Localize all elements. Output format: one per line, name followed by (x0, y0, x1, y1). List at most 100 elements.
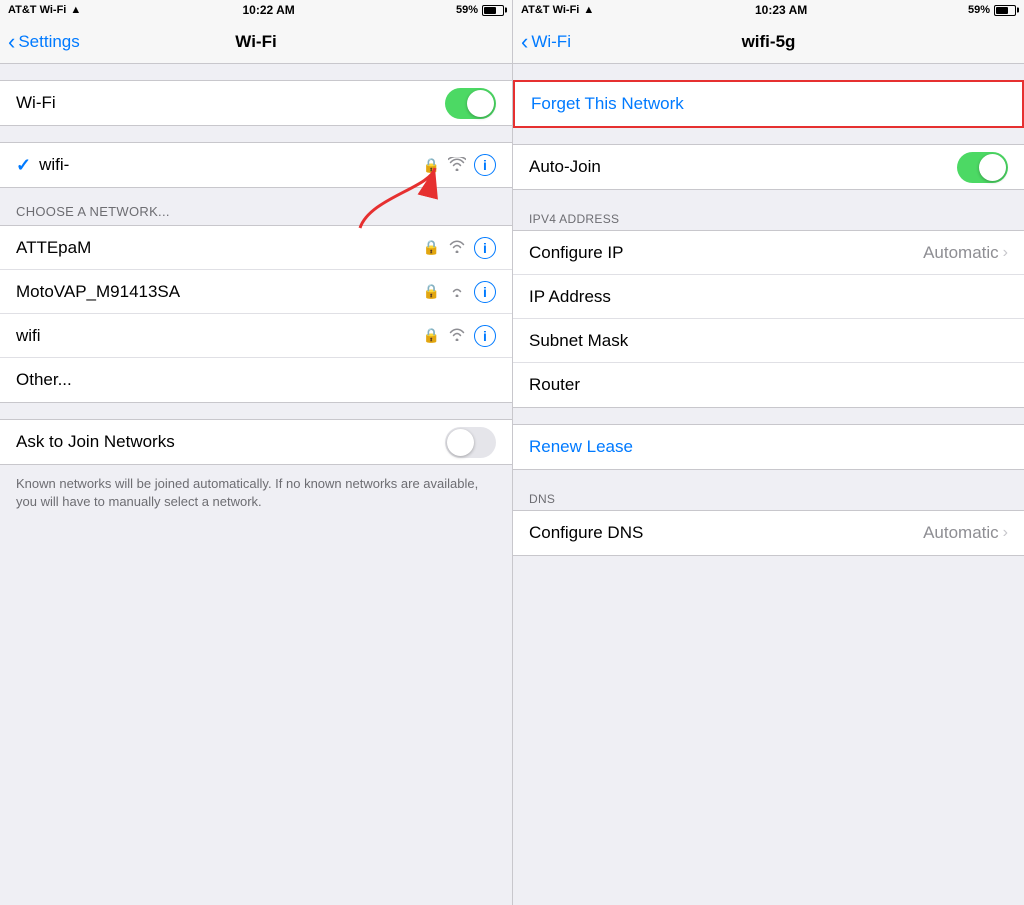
auto-join-group: Auto-Join (513, 144, 1024, 190)
info-button-0[interactable]: i (474, 237, 496, 259)
nav-bar-right: ‹ Wi-Fi wifi-5g (513, 20, 1024, 64)
spacer-right-2 (513, 128, 1024, 144)
choose-network-header: CHOOSE A NETWORK... (0, 188, 512, 225)
renew-lease-label: Renew Lease (529, 437, 633, 457)
nav-title-left: Wi-Fi (235, 32, 276, 52)
subnet-mask-label: Subnet Mask (529, 331, 1008, 351)
status-left-right: AT&T Wi-Fi ▲ (521, 4, 594, 16)
network-list-group: ATTEpaM 🔒 i MotoVAP_M91413SA 🔒 (0, 225, 512, 403)
configure-ip-label: Configure IP (529, 243, 923, 263)
network-name-2: wifi (16, 326, 423, 346)
auto-join-toggle[interactable] (957, 152, 1008, 183)
ipv4-section-header: IPV4 ADDRESS (513, 206, 1024, 230)
ask-join-label: Ask to Join Networks (16, 432, 445, 452)
chevron-right-configure-ip: › (1003, 244, 1008, 262)
network-name-0: ATTEpaM (16, 238, 423, 258)
wifi-signal-icon: ▲ (70, 4, 81, 16)
auto-join-label: Auto-Join (529, 157, 957, 177)
network-icons-0: 🔒 i (423, 237, 496, 259)
renew-lease-row[interactable]: Renew Lease (513, 424, 1024, 470)
forget-network-row[interactable]: Forget This Network (513, 80, 1024, 128)
spacer-top-left (0, 64, 512, 80)
other-networks-label: Other... (16, 370, 496, 390)
configure-ip-value: Automatic (923, 243, 999, 263)
network-icons-2: 🔒 i (423, 325, 496, 347)
ask-join-group: Ask to Join Networks (0, 419, 512, 465)
dns-group: Configure DNS Automatic › (513, 510, 1024, 556)
left-panel: AT&T Wi-Fi ▲ 10:22 AM 59% ‹ Settings Wi-… (0, 0, 512, 905)
spacer-right-5 (513, 470, 1024, 486)
nav-title-right: wifi-5g (742, 32, 796, 52)
wifi-signal-icon-right: ▲ (583, 4, 594, 16)
wifi-toggle[interactable] (445, 88, 496, 119)
subnet-mask-row: Subnet Mask (513, 319, 1024, 363)
lock-icon-1: 🔒 (423, 283, 440, 300)
wifi-toggle-row: Wi-Fi (0, 81, 512, 125)
battery-percent-right: 59% (968, 4, 990, 16)
configure-dns-row[interactable]: Configure DNS Automatic › (513, 511, 1024, 555)
toggle-knob (467, 90, 494, 117)
network-name-1: MotoVAP_M91413SA (16, 282, 423, 302)
chevron-left-icon: ‹ (8, 31, 15, 53)
network-icons-1: 🔒 i (423, 281, 496, 303)
info-button-connected[interactable]: i (474, 154, 496, 176)
status-right-right: 59% (968, 4, 1016, 16)
auto-join-toggle-knob (979, 154, 1006, 181)
connected-row-icons: 🔒 i (423, 154, 496, 176)
list-item[interactable]: MotoVAP_M91413SA 🔒 i (0, 270, 512, 314)
router-label: Router (529, 375, 1008, 395)
router-row: Router (513, 363, 1024, 407)
info-button-1[interactable]: i (474, 281, 496, 303)
wifi-toggle-group: Wi-Fi (0, 80, 512, 126)
checkmark-icon: ✓ (16, 155, 31, 176)
dns-section-header: DNS (513, 486, 1024, 510)
connected-network-group: ✓ wifi- 🔒 i (0, 142, 512, 188)
ip-address-row: IP Address (513, 275, 1024, 319)
status-bar-left: AT&T Wi-Fi ▲ 10:22 AM 59% (0, 0, 512, 20)
battery-icon-left (482, 5, 504, 16)
time-display-right: 10:23 AM (755, 3, 807, 17)
spacer-right-4 (513, 408, 1024, 424)
list-item[interactable]: ATTEpaM 🔒 i (0, 226, 512, 270)
auto-join-row: Auto-Join (513, 145, 1024, 189)
configure-dns-label: Configure DNS (529, 523, 923, 543)
forget-network-label: Forget This Network (531, 94, 684, 114)
status-left: AT&T Wi-Fi ▲ (8, 4, 81, 16)
list-item[interactable]: Other... (0, 358, 512, 402)
chevron-right-dns: › (1003, 524, 1008, 542)
configure-dns-value: Automatic (923, 523, 999, 543)
right-panel: AT&T Wi-Fi ▲ 10:23 AM 59% ‹ Wi-Fi wifi-5… (512, 0, 1024, 905)
wifi-bars-connected (448, 157, 466, 174)
ipv4-group: Configure IP Automatic › IP Address Subn… (513, 230, 1024, 408)
connected-network-row[interactable]: ✓ wifi- 🔒 i (0, 143, 512, 187)
back-label-right: Wi-Fi (531, 32, 571, 52)
carrier-text: AT&T Wi-Fi (8, 4, 66, 16)
status-right-left: 59% (456, 4, 504, 16)
wifi-icon-1 (448, 283, 466, 300)
back-button-left[interactable]: ‹ Settings (8, 31, 80, 53)
wifi-icon-0 (448, 239, 466, 256)
info-button-2[interactable]: i (474, 325, 496, 347)
chevron-left-icon-right: ‹ (521, 31, 528, 53)
ask-join-row: Ask to Join Networks (0, 420, 512, 464)
wifi-label: Wi-Fi (16, 93, 445, 113)
list-item[interactable]: wifi 🔒 i (0, 314, 512, 358)
lock-icon-0: 🔒 (423, 239, 440, 256)
spacer-right-bottom (513, 556, 1024, 572)
connected-network-name: wifi- (39, 155, 422, 175)
lock-icon-2: 🔒 (423, 327, 440, 344)
back-label-left: Settings (18, 32, 79, 52)
spacer-right-top (513, 64, 1024, 80)
spacer-3 (0, 403, 512, 419)
status-bar-right: AT&T Wi-Fi ▲ 10:23 AM 59% (513, 0, 1024, 20)
configure-ip-row[interactable]: Configure IP Automatic › (513, 231, 1024, 275)
ip-address-label: IP Address (529, 287, 1008, 307)
back-button-right[interactable]: ‹ Wi-Fi (521, 31, 571, 53)
nav-bar-left: ‹ Settings Wi-Fi (0, 20, 512, 64)
battery-percent-left: 59% (456, 4, 478, 16)
time-display-left: 10:22 AM (242, 3, 294, 17)
ask-join-toggle[interactable] (445, 427, 496, 458)
spacer-2 (0, 126, 512, 142)
spacer-right-3 (513, 190, 1024, 206)
carrier-text-right: AT&T Wi-Fi (521, 4, 579, 16)
